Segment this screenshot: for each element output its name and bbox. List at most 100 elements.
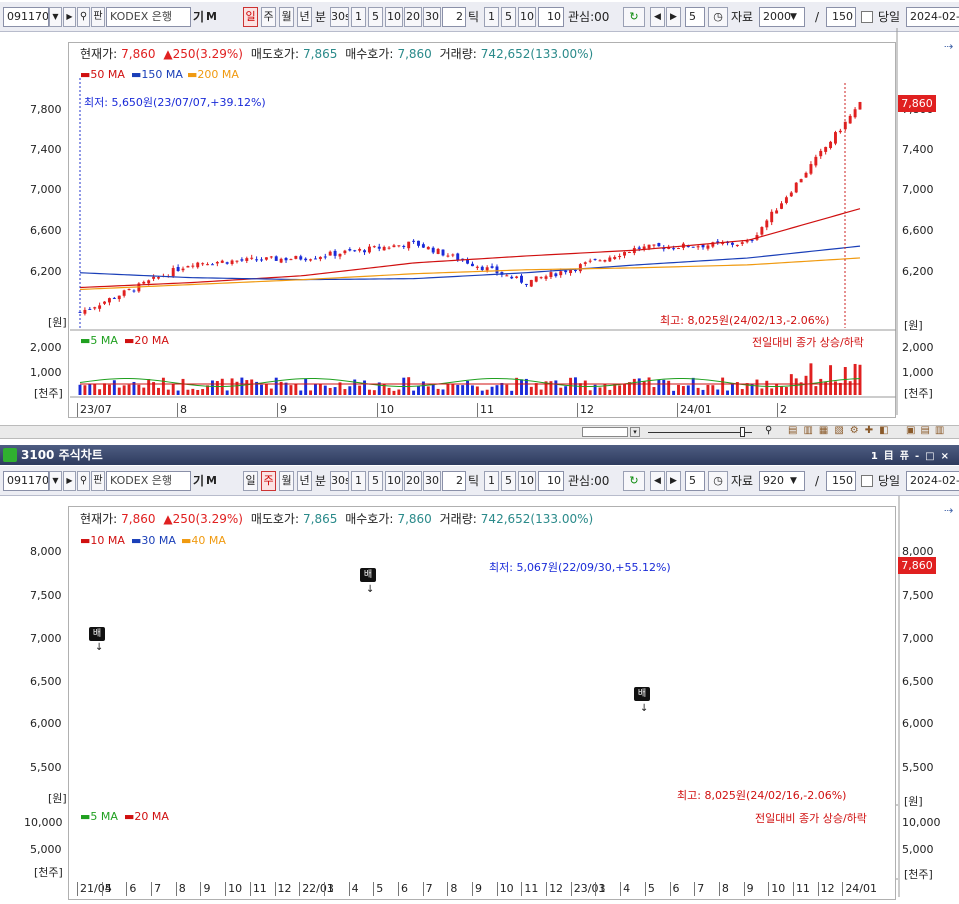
sec30-button-2[interactable]: 30s bbox=[330, 471, 349, 491]
watch-label-2[interactable]: 관심:00 bbox=[568, 471, 609, 491]
min30-button-2[interactable]: 30 bbox=[423, 471, 441, 491]
window-tools-icons[interactable]: ▣▤▥ bbox=[906, 425, 949, 436]
ma40-legend: ▬40 MA bbox=[181, 534, 226, 547]
x-tick-mark bbox=[277, 403, 278, 417]
tick-input-2[interactable]: 10 bbox=[538, 471, 564, 491]
next-arrow-button-2[interactable]: ▶ bbox=[63, 471, 76, 491]
x-tick-mark bbox=[546, 882, 548, 896]
top-volume-bar bbox=[397, 389, 401, 395]
top-candle bbox=[421, 244, 425, 248]
clock-icon[interactable]: ◷ bbox=[708, 471, 728, 491]
top-candle bbox=[598, 260, 602, 262]
top-volume-bar bbox=[480, 390, 484, 395]
top-candle bbox=[510, 276, 514, 279]
zoom-icon[interactable]: ⚲ bbox=[765, 425, 772, 436]
pan-button-2[interactable]: 판 bbox=[91, 471, 105, 491]
top-candle bbox=[706, 245, 710, 249]
gi-label-2[interactable]: 기 bbox=[193, 471, 204, 491]
top-candle bbox=[559, 271, 563, 276]
next-arrow-icon[interactable]: ▶ bbox=[666, 471, 681, 491]
top-candle bbox=[574, 270, 577, 272]
top-volume-bar bbox=[696, 387, 700, 395]
top-volume-bar bbox=[721, 377, 725, 395]
chart-scrollbar[interactable]: ▾ ⚲ ▤▥▦▧⚙✚◧ ▣▤▥ bbox=[0, 425, 959, 439]
top-candle bbox=[235, 260, 239, 262]
stock-name-field-2[interactable]: KODEX 은행 bbox=[106, 471, 191, 491]
top-candle bbox=[804, 172, 808, 178]
x-tick-label: 10 bbox=[771, 882, 786, 895]
x-tick-mark bbox=[175, 882, 177, 896]
top-candle bbox=[426, 246, 430, 250]
top-candle bbox=[103, 301, 106, 304]
data-label-2: 자료 bbox=[731, 474, 754, 488]
x-tick-mark bbox=[644, 882, 646, 896]
vol-label-top-r2: 1,000 bbox=[902, 366, 934, 379]
prev-arrow-icon[interactable]: ◀ bbox=[650, 471, 665, 491]
stock-code-input-2[interactable]: 091170 bbox=[3, 471, 49, 491]
top-candle bbox=[623, 252, 626, 256]
total-input-2[interactable]: 150 bbox=[826, 471, 856, 491]
vol-label-top-2: 1,000 bbox=[30, 366, 62, 379]
top-candle bbox=[657, 243, 661, 247]
top-candle bbox=[122, 290, 126, 296]
scroll-dropdown[interactable]: ▾ bbox=[630, 427, 640, 437]
tick1-button-2[interactable]: 1 bbox=[484, 471, 499, 491]
top-volume-bar bbox=[510, 390, 514, 395]
tick10-button-2[interactable]: 10 bbox=[518, 471, 536, 491]
top-candle bbox=[588, 260, 592, 262]
period-year-button-2[interactable]: 년 bbox=[297, 471, 312, 491]
min10-button-2[interactable]: 10 bbox=[385, 471, 403, 491]
m-label-2[interactable]: M bbox=[206, 471, 217, 491]
top-candle bbox=[672, 248, 676, 250]
top-candle bbox=[578, 264, 582, 272]
top-volume-bar bbox=[201, 388, 205, 395]
x-tick-mark bbox=[768, 882, 770, 896]
top-volume-bar bbox=[157, 387, 160, 395]
x-tick-label: 6 bbox=[400, 882, 408, 895]
data-count-select-2[interactable]: 920 bbox=[759, 471, 805, 491]
top-volume-bar bbox=[564, 386, 568, 395]
search-icon[interactable]: ⚲ bbox=[77, 471, 90, 491]
top-volume-bar bbox=[711, 385, 715, 395]
top-candle bbox=[407, 241, 411, 249]
same-day-checkbox-2[interactable] bbox=[861, 475, 873, 487]
date-input-2[interactable]: 2024-02- bbox=[906, 471, 959, 491]
code-dropdown-button-2[interactable]: ▼ bbox=[49, 471, 62, 491]
top-candle bbox=[677, 248, 680, 250]
x-tick-mark bbox=[577, 403, 578, 417]
x-tick-label: 8 bbox=[180, 403, 187, 416]
zoom-slider-track[interactable] bbox=[648, 432, 752, 433]
top-candle bbox=[775, 210, 779, 214]
ma10-legend: ▬10 MA bbox=[80, 534, 125, 547]
top-candle bbox=[255, 259, 259, 261]
chart-tools-icons[interactable]: ▤▥▦▧⚙✚◧ bbox=[788, 425, 895, 436]
tick5-button-2[interactable]: 5 bbox=[501, 471, 516, 491]
change-value: ▲250(3.29%) bbox=[163, 512, 243, 526]
top-candle bbox=[549, 272, 553, 278]
min20-button-2[interactable]: 20 bbox=[404, 471, 422, 491]
refresh-icon[interactable]: ↻ bbox=[623, 471, 645, 491]
x-tick-mark bbox=[472, 882, 473, 896]
top-volume-bar bbox=[358, 385, 362, 395]
zoom-slider-handle[interactable] bbox=[740, 427, 745, 437]
step-input-2[interactable]: 5 bbox=[685, 471, 705, 491]
top-candle bbox=[402, 245, 406, 248]
chevron-down-icon[interactable]: ▼ bbox=[790, 471, 797, 491]
period-week-button-2[interactable]: 주 bbox=[261, 471, 276, 491]
vol-unit-2: [천주] bbox=[34, 866, 63, 879]
period-month-button-2[interactable]: 월 bbox=[279, 471, 294, 491]
top-candle bbox=[436, 248, 440, 254]
expand-icon[interactable]: ⇢ bbox=[944, 504, 953, 517]
window-buttons[interactable]: 1目퓨-□× bbox=[871, 447, 955, 467]
x-tick-mark bbox=[177, 403, 178, 417]
x-tick-mark bbox=[477, 403, 478, 417]
top-volume-bar bbox=[412, 390, 416, 395]
top-candle bbox=[107, 298, 111, 303]
min5-button-2[interactable]: 5 bbox=[368, 471, 383, 491]
scroll-input[interactable] bbox=[582, 427, 628, 437]
top-candle bbox=[147, 280, 151, 284]
top-candle bbox=[397, 245, 401, 247]
period-day-button-2[interactable]: 일 bbox=[243, 471, 258, 491]
tick-count-input-2[interactable]: 2 bbox=[442, 471, 466, 491]
min1-button-2[interactable]: 1 bbox=[351, 471, 366, 491]
